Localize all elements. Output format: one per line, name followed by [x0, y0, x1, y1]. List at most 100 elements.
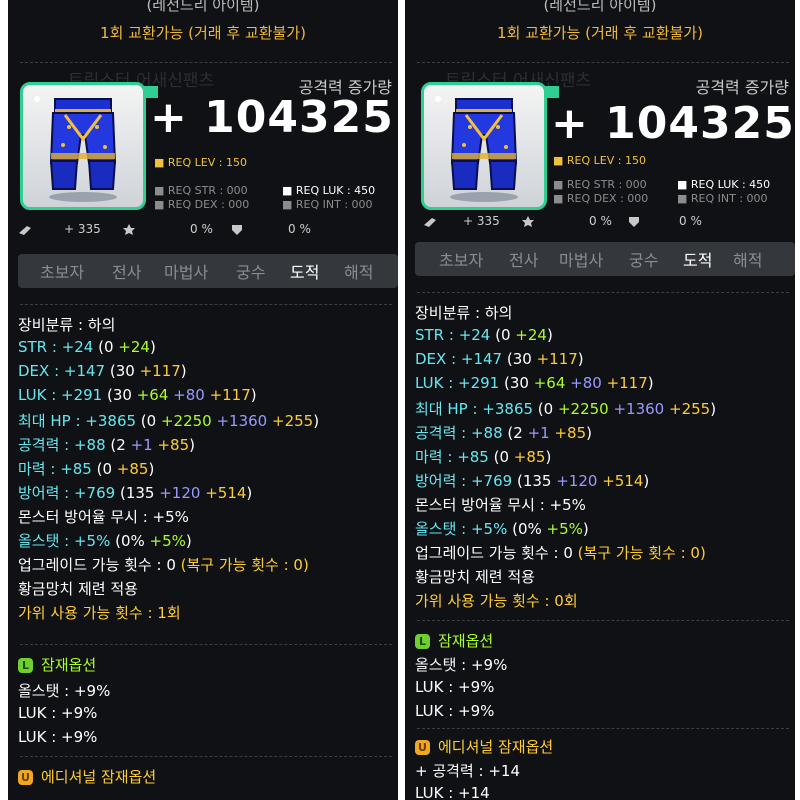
shield-icon: [232, 224, 242, 235]
job-beginner[interactable]: 초보자: [40, 259, 84, 283]
additional-line-2: LUK : +14: [415, 784, 490, 800]
item-image-frame: [421, 82, 547, 210]
divider: [417, 292, 789, 293]
potential-header: L 잠재옵션: [18, 654, 96, 675]
stat-magic: 마력 : +85 (0 +85): [415, 448, 552, 466]
job-magician[interactable]: 마법사: [559, 247, 603, 271]
divider: [20, 62, 392, 63]
req-level: ■ REQ LEV : 150: [154, 156, 247, 169]
shield-icon: [629, 216, 639, 227]
additional-line-1: + 공격력 : +14: [415, 762, 520, 780]
attack-increase-label: 공격력 증가량: [695, 78, 789, 97]
potential-line-2: LUK : +9%: [18, 704, 98, 722]
quick-stat-row: + 335 0 % 0 %: [18, 222, 388, 240]
stat-luk: LUK : +291 (30 +64 +80 +117): [18, 386, 257, 404]
pants-item-icon: [435, 96, 518, 202]
job-warrior[interactable]: 전사: [112, 259, 141, 283]
additional-potential-header: U 에디셔널 잠재옵션: [18, 766, 156, 787]
divider: [417, 728, 789, 729]
upgrade-count: 업그레이드 가능 횟수 : 0 (복구 가능 횟수 : 0): [415, 544, 706, 562]
req-int: ■ REQ INT : 000: [677, 192, 768, 205]
job-archer[interactable]: 궁수: [629, 247, 658, 271]
stat-defense: 방어력 : +769 (135 +120 +514): [415, 472, 650, 490]
potential-line-1: 올스탯 : +9%: [415, 656, 508, 674]
star-icon: [522, 215, 534, 227]
stat-attack: 공격력 : +88 (2 +1 +85): [18, 436, 196, 454]
upgrade-value: + 335: [64, 222, 101, 236]
job-warrior[interactable]: 전사: [509, 247, 538, 271]
stat-attack: 공격력 : +88 (2 +1 +85): [415, 424, 593, 442]
trade-info: 1회 교환가능 (거래 후 교환불가): [100, 24, 306, 42]
job-tabs: 초보자 전사 마법사 궁수 도적 해적: [415, 242, 795, 276]
stat-str: STR : +24 (0 +24): [415, 326, 553, 344]
job-magician[interactable]: 마법사: [164, 259, 208, 283]
stat-luk: LUK : +291 (30 +64 +80 +117): [415, 374, 654, 392]
divider: [417, 620, 789, 621]
percent-a: 0 %: [589, 214, 612, 228]
potential-header: L 잠재옵션: [415, 630, 493, 651]
divider: [20, 304, 392, 305]
job-pirate[interactable]: 해적: [733, 247, 762, 271]
item-tooltip-right: (레전드리 아이템) 1회 교환가능 (거래 후 교환불가) 트릭스터 어새신팬…: [405, 0, 795, 800]
upgrade-value: + 335: [463, 214, 500, 228]
stat-str: STR : +24 (0 +24): [18, 338, 156, 356]
golden-hammer: 황금망치 제련 적용: [18, 580, 138, 598]
equip-type: 장비분류 : 하의: [18, 316, 116, 334]
req-dex: ■ REQ DEX : 000: [553, 192, 649, 205]
scroll-icon: [424, 217, 436, 227]
equip-type: 장비분류 : 하의: [415, 304, 513, 322]
percent-b: 0 %: [679, 214, 702, 228]
scissors-count: 가위 사용 가능 횟수 : 0회: [415, 592, 578, 610]
percent-b: 0 %: [288, 222, 311, 236]
divider: [20, 644, 392, 645]
potential-line-2: LUK : +9%: [415, 678, 495, 696]
req-str: ■ REQ STR : 000: [553, 178, 647, 191]
stat-dex: DEX : +147 (30 +117): [18, 362, 187, 380]
item-image-frame: [20, 82, 146, 210]
quick-stat-row: + 335 0 % 0 %: [415, 214, 785, 232]
additional-badge-icon: U: [415, 740, 430, 755]
stat-defense: 방어력 : +769 (135 +120 +514): [18, 484, 253, 502]
golden-hammer: 황금망치 제련 적용: [415, 568, 535, 586]
attack-increase-value: + 1043251: [551, 98, 795, 149]
job-pirate[interactable]: 해적: [344, 259, 373, 283]
req-str: ■ REQ STR : 000: [154, 184, 248, 197]
item-grade: (레전드리 아이템): [146, 0, 260, 14]
stat-ignore-defense: 몬스터 방어율 무시 : +5%: [18, 508, 189, 526]
item-flag: [545, 86, 559, 98]
stat-magic: 마력 : +85 (0 +85): [18, 460, 155, 478]
attack-increase-value: + 1043251: [150, 92, 398, 143]
percent-a: 0 %: [190, 222, 213, 236]
job-thief[interactable]: 도적: [683, 247, 712, 271]
trade-info: 1회 교환가능 (거래 후 교환불가): [497, 24, 703, 42]
job-thief[interactable]: 도적: [290, 259, 319, 283]
stat-ignore-defense: 몬스터 방어율 무시 : +5%: [415, 496, 586, 514]
stat-allstat: 올스탯 : +5% (0% +5%): [18, 532, 192, 550]
req-int: ■ REQ INT : 000: [282, 198, 373, 211]
job-tabs: 초보자 전사 마법사 궁수 도적 해적: [18, 254, 398, 288]
req-dex: ■ REQ DEX : 000: [154, 198, 250, 211]
req-level: ■ REQ LEV : 150: [553, 154, 646, 167]
potential-line-3: LUK : +9%: [18, 728, 98, 746]
potential-line-3: LUK : +9%: [415, 702, 495, 720]
job-beginner[interactable]: 초보자: [439, 247, 483, 271]
divider: [20, 756, 392, 757]
scissors-count: 가위 사용 가능 횟수 : 1회: [18, 604, 181, 622]
stat-dex: DEX : +147 (30 +117): [415, 350, 584, 368]
additional-potential-header: U 에디셔널 잠재옵션: [415, 736, 553, 757]
item-grade: (레전드리 아이템): [543, 0, 657, 14]
additional-badge-icon: U: [18, 770, 33, 785]
stat-allstat: 올스탯 : +5% (0% +5%): [415, 520, 589, 538]
req-luk: ■ REQ LUK : 450: [677, 178, 771, 191]
star-icon: [123, 223, 135, 235]
potential-line-1: 올스탯 : +9%: [18, 682, 111, 700]
job-archer[interactable]: 궁수: [236, 259, 265, 283]
potential-badge-icon: L: [18, 658, 33, 673]
item-tooltip-left: (레전드리 아이템) 1회 교환가능 (거래 후 교환불가) 트릭스터 어새신팬…: [8, 0, 398, 800]
potential-badge-icon: L: [415, 634, 430, 649]
divider: [417, 62, 789, 63]
upgrade-count: 업그레이드 가능 횟수 : 0 (복구 가능 횟수 : 0): [18, 556, 309, 574]
scroll-icon: [19, 225, 31, 235]
pants-item-icon: [34, 96, 117, 202]
req-luk: ■ REQ LUK : 450: [282, 184, 376, 197]
